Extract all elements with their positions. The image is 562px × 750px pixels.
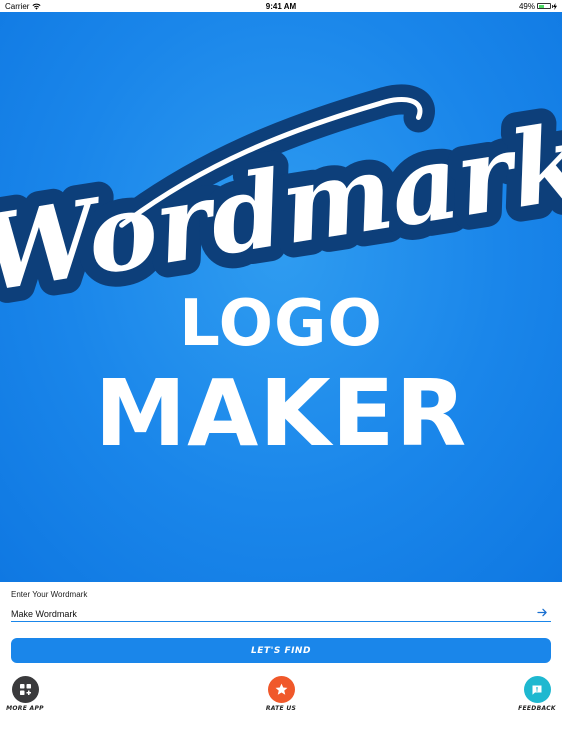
rate-us-label: RATE US	[265, 705, 297, 712]
wordmark-input-label: Enter Your Wordmark	[11, 590, 88, 599]
status-right: 49%	[519, 2, 557, 11]
logo-word-maker: MAKER	[94, 360, 468, 467]
feedback-label: FEEDBACK	[518, 705, 556, 712]
carrier-label: Carrier	[5, 1, 30, 11]
status-left: Carrier	[5, 2, 41, 11]
wordmark-form: Enter Your Wordmark	[11, 590, 551, 622]
battery-level	[538, 4, 544, 8]
arrow-right-icon	[536, 608, 547, 616]
status-time: 9:41 AM	[265, 1, 297, 11]
lets-find-button[interactable]: LET'S FIND	[11, 638, 551, 663]
wifi-icon	[32, 3, 41, 10]
star-icon	[267, 676, 295, 703]
submit-arrow-button[interactable]	[535, 606, 549, 618]
rate-us-button[interactable]: RATE US	[251, 676, 311, 712]
logo-word-logo: LOGO	[179, 287, 383, 361]
wordmark-input[interactable]	[11, 606, 511, 622]
battery-percent: 49%	[518, 1, 535, 11]
charging-icon	[553, 2, 557, 10]
feedback-button[interactable]: FEEDBACK	[507, 676, 562, 712]
battery-icon	[537, 3, 553, 9]
hero-banner: Wordmark Wordmark LOGO MAKER	[0, 12, 562, 582]
wordmark-input-row	[11, 604, 551, 622]
status-bar: Carrier 9:41 AM 49%	[0, 0, 562, 12]
more-app-button[interactable]: MORE APP	[0, 676, 55, 712]
more-app-label: MORE APP	[6, 705, 44, 712]
apps-grid-icon	[11, 676, 39, 703]
chat-bubble-icon	[523, 676, 551, 703]
